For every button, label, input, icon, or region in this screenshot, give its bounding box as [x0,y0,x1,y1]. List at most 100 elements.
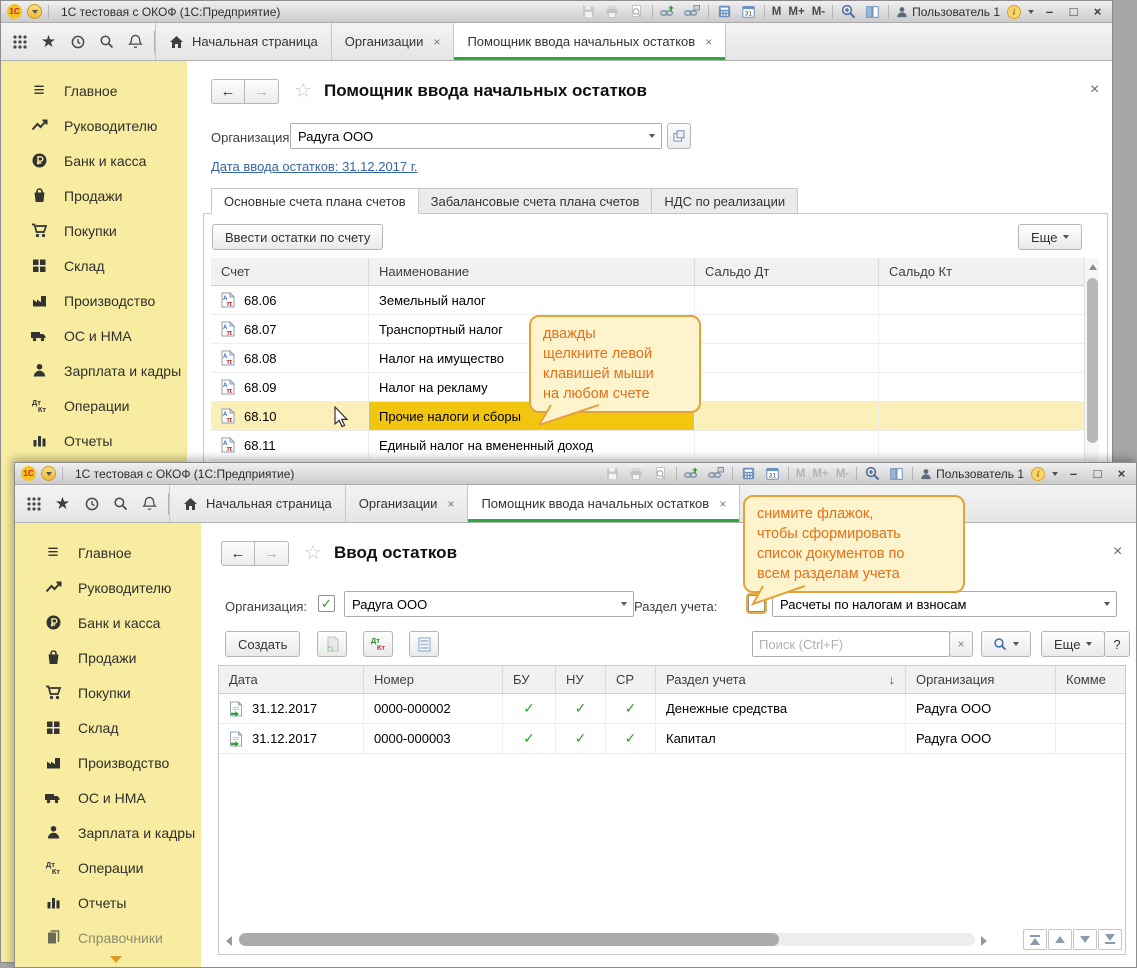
memory-plus-button[interactable]: M+ [812,468,828,480]
notifications-icon[interactable] [135,485,164,522]
title-bar[interactable]: 1С 1С тестовая с ОКОФ (1С:Предприятие) 3… [15,463,1136,485]
zoom-icon[interactable] [864,466,881,482]
col-date[interactable]: Дата [219,666,364,693]
current-user[interactable]: Пользователь 1 [896,5,1000,19]
documents-table-header[interactable]: Дата Номер БУ НУ СР Раздел учета↓ Органи… [219,666,1125,694]
close-tab-icon[interactable]: × [705,35,712,49]
chevron-down-icon[interactable] [643,124,661,148]
memory-button[interactable]: M [796,468,806,480]
col-credit[interactable]: Сальдо Кт [879,258,1084,285]
go-previous-button[interactable] [1048,929,1072,950]
save-icon[interactable] [604,466,621,482]
close-tab-icon[interactable]: × [719,497,726,511]
sidebar-item-bank[interactable]: Банк и касса [15,605,201,640]
tab-home[interactable]: Начальная страница [155,23,332,60]
table-row[interactable]: Аπ68.11 Единый налог на вмененный доход [211,431,1084,460]
link-get-icon[interactable] [684,466,701,482]
close-tab-icon[interactable]: × [447,497,454,511]
tab-assistant[interactable]: Помощник ввода начальных остатков× [468,485,740,522]
col-section[interactable]: Раздел учета↓ [656,666,906,693]
balance-date-link[interactable]: Дата ввода остатков: 31.12.2017 г. [211,159,418,174]
history-icon[interactable] [77,485,106,522]
scrollbar-thumb[interactable] [239,933,779,946]
open-organization-button[interactable] [667,123,691,149]
enter-balances-button[interactable]: Ввести остатки по счету [212,224,383,250]
zoom-icon[interactable] [840,4,857,20]
forward-button[interactable]: → [255,541,289,566]
tab-organizations[interactable]: Организации× [346,485,469,522]
scroll-left-icon[interactable] [226,936,232,946]
calendar-icon[interactable]: 31 [764,466,781,482]
chevron-down-icon[interactable] [615,592,633,616]
help-button[interactable]: ? [1104,631,1130,657]
info-icon[interactable]: i [1007,5,1021,19]
chevron-down-icon[interactable] [1098,592,1116,616]
minimize-button[interactable]: – [1041,4,1058,20]
scroll-right-icon[interactable] [981,936,987,946]
sidebar-item-sales[interactable]: Продажи [1,178,187,213]
search-input[interactable] [752,631,950,657]
sidebar-item-fixed-assets[interactable]: ОС и НМА [15,780,201,815]
favorites-icon[interactable]: ★ [48,485,77,522]
system-menu-button[interactable] [27,4,42,19]
horizontal-scrollbar[interactable] [239,933,975,946]
sidebar-item-production[interactable]: Производство [15,745,201,780]
tab-organizations[interactable]: Организации× [332,23,455,60]
current-user[interactable]: Пользователь 1 [920,467,1024,481]
memory-plus-button[interactable]: M+ [788,6,804,18]
memory-minus-button[interactable]: M- [812,6,825,18]
calculator-icon[interactable] [740,466,757,482]
sidebar-item-sales[interactable]: Продажи [15,640,201,675]
tab-offbalance-accounts[interactable]: Забалансовые счета плана счетов [419,188,653,214]
scroll-more-icon[interactable] [110,956,122,963]
favorite-star-icon[interactable]: ☆ [304,540,322,565]
go-next-button[interactable] [1073,929,1097,950]
vertical-scrollbar[interactable] [1084,258,1099,463]
chevron-down-icon[interactable] [1028,10,1034,14]
save-icon[interactable] [580,4,597,20]
all-functions-icon[interactable] [19,485,48,522]
preview-icon[interactable] [628,4,645,20]
all-functions-icon[interactable] [5,23,34,60]
tab-main-accounts[interactable]: Основные счета плана счетов [211,188,419,214]
sidebar-item-purchases[interactable]: Покупки [1,213,187,248]
split-view-icon[interactable] [864,4,881,20]
sidebar-item-manager[interactable]: Руководителю [1,108,187,143]
col-comment[interactable]: Комме [1056,666,1125,693]
preview-icon[interactable] [652,466,669,482]
organization-combo[interactable]: Радуга ООО [344,591,634,617]
sidebar-item-reports[interactable]: Отчеты [1,423,187,458]
system-menu-button[interactable] [41,466,56,481]
scroll-up-icon[interactable] [1089,264,1097,270]
organization-checkbox[interactable]: ✓ [318,595,335,612]
history-icon[interactable] [63,23,92,60]
sidebar-item-manager[interactable]: Руководителю [15,570,201,605]
calendar-icon[interactable]: 31 [740,4,757,20]
show-postings-button[interactable]: ДтКт [363,631,393,657]
col-sr[interactable]: СР [606,666,656,693]
close-form-icon[interactable]: × [1113,543,1122,561]
sidebar-item-warehouse[interactable]: Склад [1,248,187,283]
sidebar-item-main[interactable]: ≡Главное [1,73,187,108]
back-button[interactable]: ← [211,79,245,104]
search-button[interactable] [981,631,1031,657]
section-combo[interactable]: Расчеты по налогам и взносам [772,591,1117,617]
go-last-button[interactable] [1098,929,1122,950]
print-icon[interactable] [628,466,645,482]
table-row[interactable]: Аπ68.06 Земельный налог [211,286,1084,315]
tab-vat[interactable]: НДС по реализации [652,188,798,214]
link-get-icon[interactable] [660,4,677,20]
back-button[interactable]: ← [221,541,255,566]
sidebar-item-salary[interactable]: Зарплата и кадры [1,353,187,388]
col-nu[interactable]: НУ [556,666,606,693]
create-button[interactable]: Создать [225,631,300,657]
memory-button[interactable]: M [772,6,782,18]
table-row[interactable]: 31.12.2017 0000-000002 ✓ ✓ ✓ Денежные ср… [219,694,1125,724]
register-list-button[interactable] [409,631,439,657]
sidebar-item-operations[interactable]: ДтКтОперации [15,850,201,885]
table-row[interactable]: 31.12.2017 0000-000003 ✓ ✓ ✓ Капитал Рад… [219,724,1125,754]
title-bar[interactable]: 1С 1С тестовая с ОКОФ (1С:Предприятие) 3… [1,1,1112,23]
col-number[interactable]: Номер [364,666,503,693]
info-icon[interactable]: i [1031,467,1045,481]
more-button[interactable]: Еще [1041,631,1105,657]
